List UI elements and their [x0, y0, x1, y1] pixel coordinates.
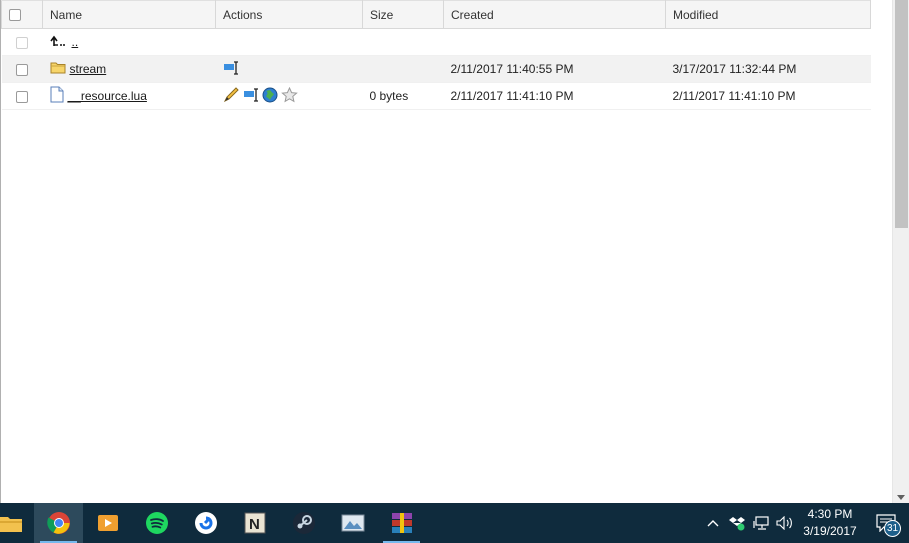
table-header-row: Name Actions Size Created Modified: [1, 0, 871, 29]
row-checkbox[interactable]: [16, 63, 28, 76]
action-center-button[interactable]: 31: [863, 503, 909, 543]
winrar-icon[interactable]: [377, 503, 426, 543]
scroll-down-icon[interactable]: [897, 495, 905, 500]
scrollbar-thumb[interactable]: [895, 0, 908, 228]
taskbar-clock[interactable]: 4:30 PM 3/19/2017: [797, 506, 863, 540]
svg-text:N: N: [249, 516, 260, 533]
created-cell: 2/11/2017 11:40:55 PM: [443, 55, 666, 83]
select-all-checkbox[interactable]: [9, 9, 21, 22]
row-checkbox: [16, 36, 28, 49]
file-name-link[interactable]: __resource.lua: [68, 89, 147, 103]
file-explorer-icon[interactable]: [0, 503, 34, 543]
notepad-icon[interactable]: N: [230, 503, 279, 543]
clock-date: 3/19/2017: [803, 524, 857, 538]
row-checkbox[interactable]: [16, 90, 28, 103]
parent-directory-row: ..: [1, 28, 871, 56]
network-icon[interactable]: [749, 503, 773, 543]
star-icon[interactable]: [280, 86, 298, 106]
rename-icon[interactable]: [223, 60, 239, 78]
globe-icon[interactable]: [262, 87, 278, 106]
system-tray: 4:30 PM 3/19/2017 31: [701, 503, 909, 543]
size-cell: 0 bytes: [362, 82, 444, 110]
actions-column-header: Actions: [215, 0, 363, 29]
modified-column-header[interactable]: Modified: [665, 0, 871, 29]
table-row[interactable]: __resource.lua 0 bytes 2/11/2017 11:41:1…: [1, 82, 871, 110]
taskbar: N 4:30 PM 3/19/2017 31: [0, 503, 909, 543]
size-cell: [362, 55, 444, 83]
media-player-icon[interactable]: [83, 503, 132, 543]
dropbox-icon[interactable]: [725, 503, 749, 543]
edit-icon[interactable]: [223, 86, 240, 106]
created-column-header[interactable]: Created: [443, 0, 666, 29]
steam-icon[interactable]: [279, 503, 328, 543]
chrome-icon[interactable]: [34, 503, 83, 543]
up-directory-icon: [49, 35, 68, 50]
file-table: Name Actions Size Created Modified .. st…: [1, 0, 871, 110]
volume-icon[interactable]: [773, 503, 797, 543]
file-icon: [50, 86, 64, 106]
size-column-header[interactable]: Size: [362, 0, 444, 29]
table-row[interactable]: stream 2/11/2017 11:40:55 PM 3/17/2017 1…: [1, 55, 871, 83]
modified-cell: 2/11/2017 11:41:10 PM: [665, 82, 871, 110]
spotify-icon[interactable]: [132, 503, 181, 543]
rename-icon[interactable]: [243, 87, 259, 105]
chevron-up-icon[interactable]: [701, 503, 725, 543]
file-browser: Name Actions Size Created Modified .. st…: [0, 0, 892, 503]
modified-cell: 3/17/2017 11:32:44 PM: [665, 55, 871, 83]
name-column-header[interactable]: Name: [42, 0, 216, 29]
app-icon[interactable]: [181, 503, 230, 543]
clock-time: 4:30 PM: [807, 507, 853, 521]
image-viewer-icon[interactable]: [328, 503, 377, 543]
created-cell: 2/11/2017 11:41:10 PM: [443, 82, 666, 110]
parent-directory-link[interactable]: ..: [72, 35, 79, 49]
select-all-header: [1, 0, 43, 29]
vertical-scrollbar[interactable]: [892, 0, 909, 503]
folder-icon: [50, 61, 66, 77]
notification-count-badge: 31: [884, 520, 901, 537]
file-name-link[interactable]: stream: [70, 62, 107, 76]
